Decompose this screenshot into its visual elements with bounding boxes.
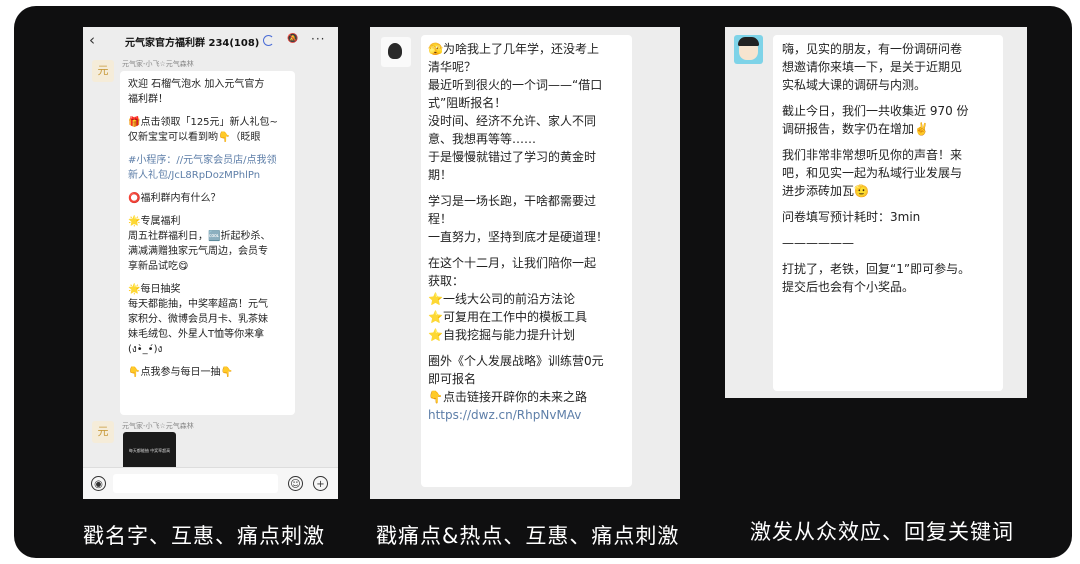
voice-icon[interactable]: ◉ <box>91 476 106 491</box>
message-line: 获取： <box>428 274 465 288</box>
message-line: 一直努力，坚持到底才是硬道理！ <box>428 230 609 244</box>
message-line: 在这个十二月，让我们陪你一起 <box>428 256 597 270</box>
course-promo-bubble: 🫣为啥我上了几年学，还没考上 清华呢？ 最近听到很火的一个词——“借口 式”阻断报名！… <box>421 35 632 487</box>
message-line: 周五社群福利日，🆒折起秒杀、 <box>128 231 271 242</box>
message-line: 提交后也会有个小奖品。 <box>782 280 915 294</box>
message-line: 实私域大课的调研与内测。 <box>782 78 927 92</box>
message-line: ⭐一线大公司的前沿方法论 <box>428 292 575 306</box>
slide-background: ‹ 元气家官方福利群 234(108) 🔕 ··· 元 元气家-小飞☆元气森林 … <box>14 6 1072 558</box>
message-line <box>782 252 994 260</box>
message-line: 进步添砖加瓦🫡 <box>782 184 869 198</box>
message-line: 最近听到很火的一个词——“借口 <box>428 78 603 92</box>
survey-invite-bubble: 嗨，见实的朋友，有一份调研问卷 想邀请你来填一下，是关于近期见 实私域大课的调研与内… <box>773 35 1003 391</box>
message-line: 于是慢慢就错过了学习的黄金时 <box>428 150 597 164</box>
message-line <box>428 344 625 352</box>
message-line <box>128 357 287 365</box>
emoji-icon[interactable]: ☺ <box>288 476 303 491</box>
message-line: 式”阻断报名！ <box>428 96 507 110</box>
message-line: 👇点击链接开辟你的未来之路 <box>428 390 587 404</box>
message-line: 👇点我参与每日一抽👇 <box>128 367 233 378</box>
message-line: 享新品试吃😋 <box>128 261 189 272</box>
message-line: 🫣为啥我上了几年学，还没考上 <box>428 42 599 56</box>
message-line: ⭐自我挖掘与能力提升计划 <box>428 328 575 342</box>
sender-name-2: 元气家-小飞☆元气森林 <box>122 422 194 430</box>
private-chat-screenshot: 🫣为啥我上了几年学，还没考上 清华呢？ 最近听到很火的一个词——“借口 式”阻断报名！… <box>370 27 680 499</box>
message-link[interactable]: https://dwz.cn/RhpNvMAv <box>428 406 625 424</box>
message-line <box>128 206 287 214</box>
mini-program-card[interactable]: 每天都能抽 中奖率超高 <box>123 432 176 472</box>
caption-3: 激发从众效应、回复关键词 <box>750 520 1014 544</box>
message-line: —————— <box>782 236 854 250</box>
group-title: 元气家官方福利群 234(108) <box>125 38 260 49</box>
message-line <box>128 274 287 282</box>
message-line: 期！ <box>428 168 453 182</box>
message-line: ⭐可复用在工作中的模板工具 <box>428 310 587 324</box>
message-line: 仅新宝宝可以看到哟👇（眨眼 <box>128 132 261 143</box>
mute-icon[interactable]: 🔕 <box>287 34 298 44</box>
message-line: 清华呢？ <box>428 60 477 74</box>
message-link[interactable]: 新人礼包/JcL8RpDozMPhlPn <box>128 168 287 183</box>
caption-1: 戳名字、互惠、痛点刺激 <box>83 524 325 548</box>
message-input[interactable] <box>113 474 278 493</box>
message-line: 意、我想再等等…… <box>428 132 537 146</box>
chat-header: ‹ 元气家官方福利群 234(108) 🔕 ··· <box>83 27 338 57</box>
message-line: 打扰了，老铁，回复“1”即可参与。 <box>782 262 971 276</box>
message-line: 家积分、微博会员月卡、乳茶妹 <box>128 314 268 325</box>
message-line: (ง•̀_•́)ง <box>128 344 163 355</box>
message-line <box>428 246 625 254</box>
message-line: 圈外《个人发展战略》训练营0元 <box>428 354 604 368</box>
sender-name: 元气家-小飞☆元气森林 <box>122 60 194 68</box>
message-line: 调研报告，数字仍在增加✌️ <box>782 122 929 136</box>
sender-avatar-2[interactable]: 元 <box>92 421 114 443</box>
sender-avatar[interactable]: 元 <box>92 60 114 82</box>
message-line <box>428 184 625 192</box>
message-line: 吧，和见实一起为私域行业发展与 <box>782 166 963 180</box>
message-line <box>128 183 287 191</box>
message-line <box>782 200 994 208</box>
message-line: 妹毛绒包、外星人T恤等你来拿 <box>128 329 265 340</box>
plus-icon[interactable]: + <box>313 476 328 491</box>
message-line: 嗨，见实的朋友，有一份调研问卷 <box>782 42 963 56</box>
message-line: 程！ <box>428 212 453 226</box>
message-line: 福利群！ <box>128 94 168 105</box>
message-line <box>782 138 994 146</box>
message-line: 学习是一场长跑，干啥都需要过 <box>428 194 597 208</box>
group-chat-screenshot: ‹ 元气家官方福利群 234(108) 🔕 ··· 元 元气家-小飞☆元气森林 … <box>83 27 338 499</box>
sender-avatar[interactable] <box>381 37 411 67</box>
message-link[interactable]: #小程序：//元气家会员店/点我领 <box>128 153 287 168</box>
message-line <box>128 107 287 115</box>
message-line: 🌟专属福利 <box>128 216 181 227</box>
message-line: 🎁点击领取「125元」新人礼包~ <box>128 117 278 128</box>
message-line: 想邀请你来填一下，是关于近期见 <box>782 60 963 74</box>
message-line <box>128 145 287 153</box>
message-line: 我们非常非常想听见你的声音！来 <box>782 148 963 162</box>
message-line: 问卷填写预计耗时：3min <box>782 210 921 224</box>
message-line: 截止今日，我们一共收集近 970 份 <box>782 104 969 118</box>
welcome-message-bubble: 欢迎 石榴气泡水 加入元气官方 福利群！ 🎁点击领取「125元」新人礼包~ 仅新宝宝可… <box>120 71 295 415</box>
message-line: ⭕福利群内有什么？ <box>128 193 221 204</box>
message-line <box>782 226 994 234</box>
survey-chat-screenshot: 嗨，见实的朋友，有一份调研问卷 想邀请你来填一下，是关于近期见 实私域大课的调研与内… <box>725 27 1027 398</box>
message-line: 每天都能抽，中奖率超高！元气 <box>128 299 268 310</box>
message-line: 即可报名 <box>428 372 477 386</box>
back-icon[interactable]: ‹ <box>89 31 95 49</box>
message-line: 没时间、经济不允许、家人不同 <box>428 114 597 128</box>
refresh-icon[interactable] <box>263 35 274 46</box>
caption-2: 戳痛点&热点、互惠、痛点刺激 <box>376 524 680 548</box>
message-line <box>782 94 994 102</box>
message-line: 欢迎 石榴气泡水 加入元气官方 <box>128 79 265 90</box>
card-text: 每天都能抽 中奖率超高 <box>128 448 171 453</box>
chat-input-bar: ◉ ☺ + <box>83 467 338 499</box>
message-line: 🌟每日抽奖 <box>128 284 181 295</box>
sender-avatar[interactable] <box>734 35 763 64</box>
more-icon[interactable]: ··· <box>311 32 325 46</box>
message-line: 满减满赠独家元气周边，会员专 <box>128 246 268 257</box>
